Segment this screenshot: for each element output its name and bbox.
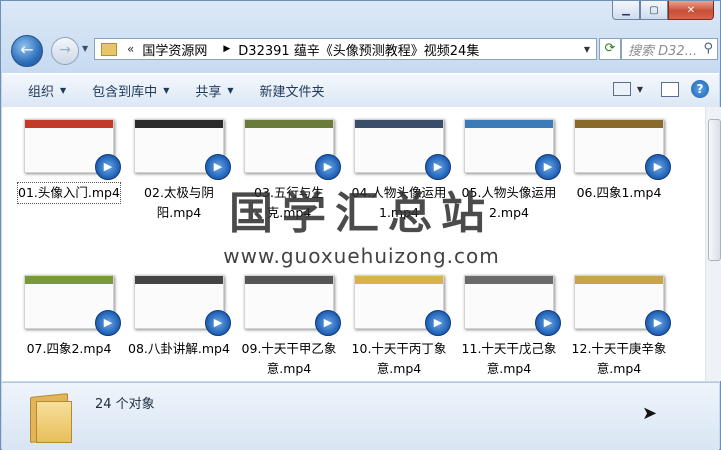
video-file-icon: ▶ [95, 310, 121, 336]
file-name: 12.十天干庚辛象意.mp4 [571, 341, 667, 376]
file-item[interactable]: ▶ 09.十天干甲乙象意.mp4 [238, 275, 341, 379]
video-file-icon: ▶ [205, 310, 231, 336]
view-dropdown-icon[interactable]: ▼ [637, 85, 643, 94]
chevron-down-icon: ▼ [163, 86, 170, 95]
file-name: 03.五行与生克.mp4 [254, 185, 324, 220]
search-input[interactable]: 搜索 D32... ⚲ [621, 38, 718, 60]
video-file-icon: ▶ [95, 154, 121, 180]
change-view-icon[interactable] [612, 82, 631, 96]
video-file-icon: ▶ [315, 310, 341, 336]
file-item[interactable]: ▶ 04.人物头像运用1.mp4 [348, 119, 451, 223]
thumbnail-band [575, 276, 663, 284]
thumbnail-band [25, 120, 113, 128]
file-name: 08.八卦讲解.mp4 [128, 341, 230, 356]
video-file-icon: ▶ [425, 154, 451, 180]
address-dropdown-icon[interactable]: ▼ [584, 45, 590, 54]
file-name: 06.四象1.mp4 [576, 185, 662, 200]
video-file-icon: ▶ [205, 154, 231, 180]
file-name: 11.十天干戊己象意.mp4 [461, 341, 557, 376]
minimize-icon[interactable]: ▁ [612, 1, 640, 20]
breadcrumb-segment-2[interactable]: D32391 蕴辛《头像预测教程》视频24集 [238, 40, 479, 59]
mouse-cursor-icon: ➤ [642, 403, 658, 424]
video-file-icon: ▶ [645, 310, 671, 336]
thumbnail-band [245, 276, 333, 284]
file-name: 02.太极与阴阳.mp4 [144, 185, 214, 220]
file-item[interactable]: ▶ 02.太极与阴阳.mp4 [128, 119, 231, 223]
caption-buttons: ▁ ▢ ✕ [612, 1, 714, 20]
command-bar: 组织 ▼ 包含到库中 ▼ 共享 ▼ 新建文件夹 ▼ ? [2, 73, 719, 108]
file-name: 10.十天干丙丁象意.mp4 [351, 341, 447, 376]
view-controls: ▼ ? [612, 80, 709, 98]
file-item[interactable]: ▶ 08.八卦讲解.mp4 [128, 275, 231, 359]
thumbnail-band [245, 120, 333, 128]
thumbnail-band [575, 120, 663, 128]
breadcrumb-arrow-icon[interactable]: ▶ [223, 44, 230, 54]
explorer-window: ▁ ▢ ✕ ← → ▼ « 国学资源网 ▶ D32391 蕴辛《头像预测教程》视… [0, 0, 721, 450]
video-file-icon: ▶ [535, 310, 561, 336]
organize-button[interactable]: 组织 ▼ [28, 81, 66, 100]
breadcrumb-segment-1[interactable]: 国学资源网 [142, 40, 207, 59]
file-item[interactable]: ▶ 12.十天干庚辛象意.mp4 [568, 275, 671, 379]
thumbnail-band [465, 276, 553, 284]
close-icon[interactable]: ✕ [668, 1, 714, 20]
video-file-icon: ▶ [425, 310, 451, 336]
video-file-icon: ▶ [645, 154, 671, 180]
video-file-icon: ▶ [535, 154, 561, 180]
address-bar[interactable]: « 国学资源网 ▶ D32391 蕴辛《头像预测教程》视频24集 ▼ [94, 38, 597, 60]
new-folder-label: 新建文件夹 [259, 85, 325, 100]
file-item[interactable]: ▶ 03.五行与生克.mp4 [238, 119, 341, 223]
video-file-icon: ▶ [315, 154, 341, 180]
vertical-scrollbar[interactable] [705, 107, 721, 381]
search-icon[interactable]: ⚲ [703, 41, 713, 56]
help-icon[interactable]: ? [691, 80, 709, 98]
folder-icon [30, 391, 72, 443]
include-in-library-button[interactable]: 包含到库中 ▼ [92, 81, 169, 100]
file-item[interactable]: ▶ 05.人物头像运用2.mp4 [458, 119, 561, 223]
file-name: 01.头像入门.mp4 [17, 182, 121, 204]
navigation-bar: ← → ▼ « 国学资源网 ▶ D32391 蕴辛《头像预测教程》视频24集 ▼… [9, 33, 718, 67]
file-item[interactable]: ▶ 11.十天干戊己象意.mp4 [458, 275, 561, 379]
file-name: 07.四象2.mp4 [26, 341, 112, 356]
file-name: 04.人物头像运用1.mp4 [351, 185, 447, 220]
scrollbar-thumb[interactable] [708, 119, 721, 261]
item-count: 24 个对象 [95, 397, 155, 412]
file-name: 09.十天干甲乙象意.mp4 [241, 341, 337, 376]
forward-button[interactable]: → [51, 37, 79, 65]
file-item[interactable]: ▶ 10.十天干丙丁象意.mp4 [348, 275, 451, 379]
preview-pane-icon[interactable] [661, 81, 679, 97]
back-button[interactable]: ← [11, 35, 43, 67]
details-pane: 24 个对象 ➤ [2, 382, 719, 450]
file-name: 05.人物头像运用2.mp4 [461, 185, 557, 220]
thumbnail-band [25, 276, 113, 284]
thumbnail-band [465, 120, 553, 128]
thumbnail-band [355, 120, 443, 128]
share-label: 共享 [195, 85, 222, 100]
file-item[interactable]: ▶ 06.四象1.mp4 [568, 119, 671, 203]
chevron-down-icon: ▼ [227, 86, 234, 95]
thumbnail-band [135, 120, 223, 128]
thumbnail-band [135, 276, 223, 284]
recent-pages-dropdown-icon[interactable]: ▼ [82, 44, 88, 53]
new-folder-button[interactable]: 新建文件夹 [260, 81, 325, 100]
search-placeholder: 搜索 D32... [628, 43, 698, 59]
address-overflow-chevron[interactable]: « [127, 42, 134, 56]
file-item[interactable]: ▶ 01.头像入门.mp4 [17, 119, 121, 204]
folder-icon [101, 42, 117, 56]
thumbnail-band [355, 276, 443, 284]
refresh-icon[interactable]: ⟳ [599, 38, 621, 60]
chevron-down-icon: ▼ [60, 86, 67, 95]
organize-label: 组织 [28, 85, 55, 100]
file-list[interactable]: ▶ 01.头像入门.mp4 ▶ 02.太极与阴阳.mp4 ▶ 03.五行与生克.mp4 ▶ 0… [2, 107, 705, 381]
share-button[interactable]: 共享 ▼ [195, 81, 233, 100]
maximize-icon[interactable]: ▢ [640, 1, 668, 20]
file-item[interactable]: ▶ 07.四象2.mp4 [18, 275, 121, 359]
include-library-label: 包含到库中 [92, 85, 158, 100]
